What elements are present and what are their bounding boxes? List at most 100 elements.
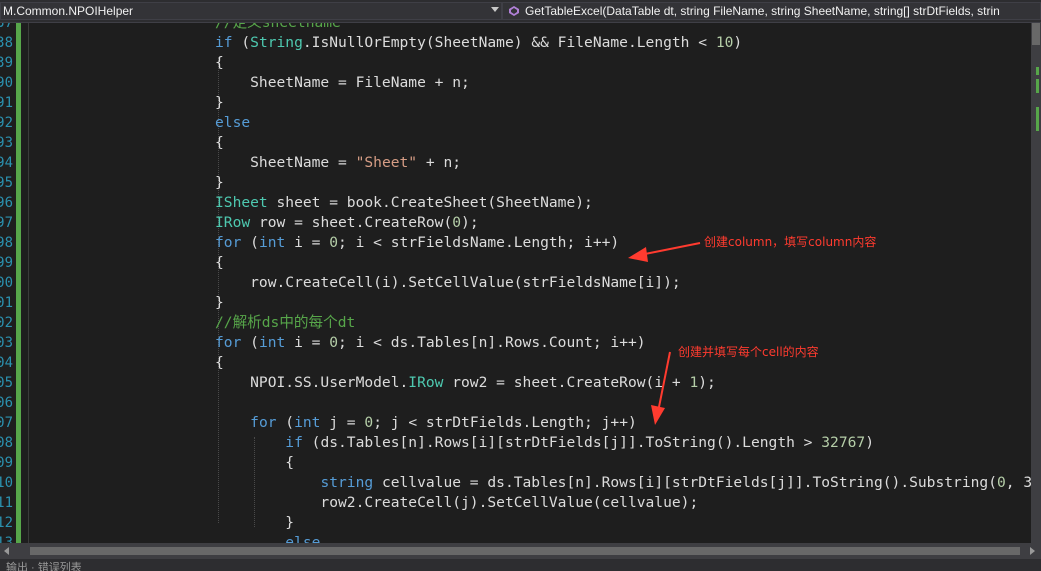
code-token: //解析ds中的每个dt xyxy=(215,314,356,331)
code-token: } xyxy=(215,94,224,111)
code-editor[interactable]: 37 38 39 90 91 92 93 94 95 96 97 98 99 00 01 02 03 04 05 06… xyxy=(0,23,1041,543)
code-line[interactable]: IRow row = sheet.CreateRow(0); xyxy=(215,213,479,233)
code-token: } xyxy=(215,294,224,311)
code-line[interactable]: SheetName = "Sheet" + n; xyxy=(215,153,461,173)
code-token: sheet = book.CreateSheet(SheetName); xyxy=(267,194,593,211)
code-token: int xyxy=(258,234,286,251)
code-line[interactable]: //定义sheetname xyxy=(215,23,341,33)
scroll-change-marker xyxy=(1036,107,1039,131)
code-token: else xyxy=(215,114,251,131)
code-token: ; i < ds.Tables[n].Rows.Count; i++) xyxy=(338,334,646,351)
code-line[interactable]: { xyxy=(215,133,224,153)
code-line[interactable]: //解析ds中的每个dt xyxy=(215,313,355,333)
code-token: int xyxy=(258,334,286,351)
code-line[interactable]: ISheet sheet = book.CreateSheet(SheetNam… xyxy=(215,193,593,213)
column-annotation: 创建column，填写column内容 xyxy=(704,235,877,249)
code-line[interactable]: { xyxy=(215,453,294,473)
chevron-down-icon[interactable] xyxy=(491,7,499,12)
code-token: ) xyxy=(865,434,874,451)
code-token: { xyxy=(215,354,224,371)
code-line[interactable]: row.CreateCell(i).SetCellValue(strFields… xyxy=(215,273,681,293)
code-token: ; i < strFieldsName.Length; i++) xyxy=(338,234,620,251)
code-line[interactable]: for (int i = 0; i < strFieldsName.Length… xyxy=(215,233,619,253)
code-token: { xyxy=(215,54,224,71)
code-token: ISheet xyxy=(215,194,268,211)
code-token: 0 xyxy=(364,414,374,431)
code-token: ( xyxy=(241,334,259,351)
code-token: for xyxy=(215,334,242,351)
code-token: //定义sheetname xyxy=(215,23,341,31)
code-line[interactable]: { xyxy=(215,53,224,73)
code-token: NPOI.SS.UserModel. xyxy=(215,374,409,391)
cell-annotation: 创建并填写每个cell的内容 xyxy=(678,345,819,359)
code-token: 10 xyxy=(715,34,734,51)
code-line[interactable]: { xyxy=(215,253,224,273)
code-token: "Sheet" xyxy=(355,154,418,171)
code-token: 0 xyxy=(329,234,339,251)
code-line[interactable]: row2.CreateCell(j).SetCellValue(cellvalu… xyxy=(215,493,698,513)
code-token: } xyxy=(215,514,295,531)
code-line[interactable]: } xyxy=(215,513,294,533)
scroll-change-marker xyxy=(1036,67,1039,75)
code-token: { xyxy=(215,134,224,151)
code-token: row2.CreateCell(j).SetCellValue(cellvalu… xyxy=(215,494,699,511)
code-token: if xyxy=(215,34,233,51)
scroll-change-marker xyxy=(1036,79,1039,93)
method-scope-label: GetTableExcel(DataTable dt, string FileN… xyxy=(525,4,1000,18)
code-token: ) xyxy=(733,34,743,51)
code-line[interactable]: if (ds.Tables[n].Rows[i][strDtFields[j]]… xyxy=(215,433,874,453)
code-token: (ds.Tables[n].Rows[i][strDtFields[j]].To… xyxy=(302,434,822,451)
code-line[interactable]: } xyxy=(215,93,224,113)
code-token: j = xyxy=(320,414,365,431)
code-line[interactable]: if (String.IsNullOrEmpty(SheetName) && F… xyxy=(215,33,742,53)
class-scope-dropdown[interactable]: M.Common.NPOIHelper xyxy=(0,2,502,20)
code-token: 1 xyxy=(689,374,699,391)
code-token: , 3 xyxy=(1005,474,1033,491)
code-token: row = sheet.CreateRow( xyxy=(250,214,453,231)
code-token: 0 xyxy=(452,214,462,231)
code-token: 0 xyxy=(996,474,1006,491)
code-line[interactable]: else xyxy=(215,533,320,543)
code-line[interactable]: { xyxy=(215,353,224,373)
code-line[interactable]: } xyxy=(215,293,224,313)
horizontal-scroll-thumb[interactable] xyxy=(30,547,1020,555)
code-token: cellvalue = ds.Tables[n].Rows[i][strDtFi… xyxy=(373,474,997,491)
code-line[interactable]: } xyxy=(215,173,224,193)
code-token: ); xyxy=(698,374,716,391)
code-token: ; j < strDtFields.Length; j++) xyxy=(373,414,637,431)
navigation-bar: M.Common.NPOIHelper GetTableExcel(DataTa… xyxy=(0,0,1041,23)
code-line[interactable]: SheetName = FileName + n; xyxy=(215,73,470,93)
code-token: i = xyxy=(285,234,330,251)
code-area[interactable]: //定义sheetnameif (String.IsNullOrEmpty(Sh… xyxy=(0,23,1032,543)
code-token: else xyxy=(285,534,321,543)
code-line[interactable]: string cellvalue = ds.Tables[n].Rows[i][… xyxy=(215,473,1032,493)
code-line[interactable]: for (int j = 0; j < strDtFields.Length; … xyxy=(215,413,637,433)
code-token: .IsNullOrEmpty(SheetName) && FileName.Le… xyxy=(302,34,716,51)
scroll-right-icon[interactable] xyxy=(1030,547,1035,555)
code-token: String xyxy=(250,34,303,51)
code-line[interactable]: NPOI.SS.UserModel.IRow row2 = sheet.Crea… xyxy=(215,373,716,393)
status-text: 输出 · 错误列表 xyxy=(6,562,82,571)
code-token: ( xyxy=(276,414,295,431)
code-token: ( xyxy=(241,234,259,251)
code-line[interactable]: else xyxy=(215,113,250,133)
code-token: { xyxy=(215,454,295,471)
code-token: IRow xyxy=(408,374,444,391)
horizontal-scrollbar[interactable] xyxy=(0,543,1041,559)
method-scope-dropdown[interactable]: GetTableExcel(DataTable dt, string FileN… xyxy=(502,2,1041,20)
code-token: ); xyxy=(461,214,479,231)
code-line[interactable]: for (int i = 0; i < ds.Tables[n].Rows.Co… xyxy=(215,333,646,353)
code-token: 0 xyxy=(329,334,339,351)
code-token: { xyxy=(215,254,224,271)
scroll-left-icon[interactable] xyxy=(4,547,9,555)
code-token: for xyxy=(215,234,242,251)
class-scope-label: M.Common.NPOIHelper xyxy=(3,4,134,18)
vertical-scrollbar[interactable] xyxy=(1031,23,1041,543)
vertical-scroll-thumb[interactable] xyxy=(1032,23,1040,45)
code-token: for xyxy=(250,414,277,431)
code-token: row2 = sheet.CreateRow(i + xyxy=(443,374,690,391)
code-token: if xyxy=(285,434,303,451)
